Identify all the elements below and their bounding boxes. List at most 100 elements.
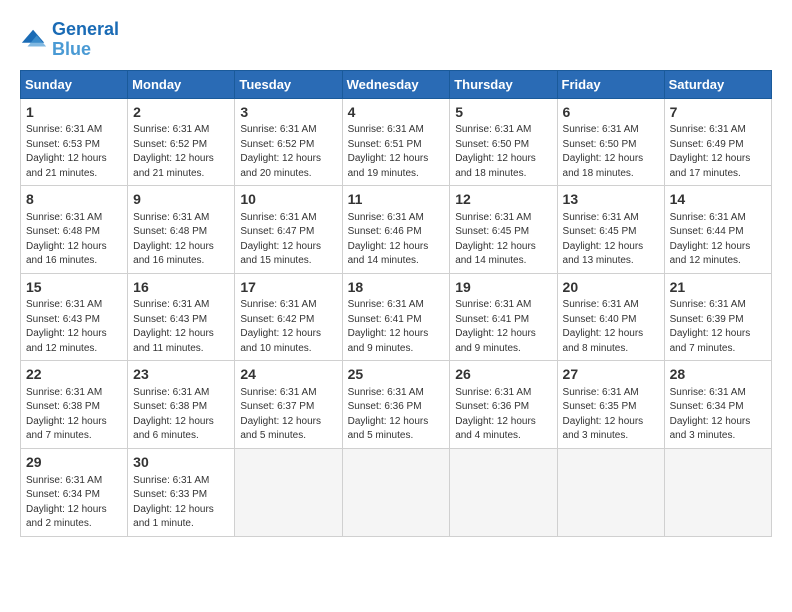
day-number: 29 [26,453,122,473]
day-info: Sunrise: 6:31 AMSunset: 6:52 PMDaylight:… [133,123,229,181]
day-info: Sunrise: 6:31 AMSunset: 6:52 PMDaylight:… [240,123,336,181]
day-number: 25 [348,365,445,385]
calendar-cell: 11Sunrise: 6:31 AMSunset: 6:46 PMDayligh… [342,186,450,274]
day-number: 2 [133,103,229,123]
calendar-cell: 5Sunrise: 6:31 AMSunset: 6:50 PMDaylight… [450,98,557,186]
calendar-cell: 1Sunrise: 6:31 AMSunset: 6:53 PMDaylight… [21,98,128,186]
day-info: Sunrise: 6:31 AMSunset: 6:40 PMDaylight:… [563,298,659,356]
calendar-cell: 4Sunrise: 6:31 AMSunset: 6:51 PMDaylight… [342,98,450,186]
day-number: 4 [348,103,445,123]
calendar-cell: 18Sunrise: 6:31 AMSunset: 6:41 PMDayligh… [342,273,450,361]
day-info: Sunrise: 6:31 AMSunset: 6:50 PMDaylight:… [455,123,551,181]
calendar-cell: 12Sunrise: 6:31 AMSunset: 6:45 PMDayligh… [450,186,557,274]
day-number: 7 [670,103,766,123]
day-number: 24 [240,365,336,385]
column-header-thursday: Thursday [450,70,557,98]
column-header-tuesday: Tuesday [235,70,342,98]
day-info: Sunrise: 6:31 AMSunset: 6:37 PMDaylight:… [240,386,336,444]
day-number: 18 [348,278,445,298]
day-number: 23 [133,365,229,385]
day-info: Sunrise: 6:31 AMSunset: 6:39 PMDaylight:… [670,298,766,356]
calendar-cell [557,448,664,536]
calendar-cell: 19Sunrise: 6:31 AMSunset: 6:41 PMDayligh… [450,273,557,361]
day-number: 20 [563,278,659,298]
calendar-cell: 27Sunrise: 6:31 AMSunset: 6:35 PMDayligh… [557,361,664,449]
day-number: 14 [670,190,766,210]
calendar-table: SundayMondayTuesdayWednesdayThursdayFrid… [20,70,772,537]
day-number: 16 [133,278,229,298]
day-info: Sunrise: 6:31 AMSunset: 6:43 PMDaylight:… [26,298,122,356]
calendar-cell: 2Sunrise: 6:31 AMSunset: 6:52 PMDaylight… [128,98,235,186]
week-row-5: 29Sunrise: 6:31 AMSunset: 6:34 PMDayligh… [21,448,772,536]
day-info: Sunrise: 6:31 AMSunset: 6:43 PMDaylight:… [133,298,229,356]
day-info: Sunrise: 6:31 AMSunset: 6:36 PMDaylight:… [348,386,445,444]
logo-text: General Blue [52,20,119,60]
week-row-3: 15Sunrise: 6:31 AMSunset: 6:43 PMDayligh… [21,273,772,361]
calendar-cell: 3Sunrise: 6:31 AMSunset: 6:52 PMDaylight… [235,98,342,186]
day-number: 27 [563,365,659,385]
calendar-cell: 25Sunrise: 6:31 AMSunset: 6:36 PMDayligh… [342,361,450,449]
calendar-cell: 29Sunrise: 6:31 AMSunset: 6:34 PMDayligh… [21,448,128,536]
day-number: 17 [240,278,336,298]
day-info: Sunrise: 6:31 AMSunset: 6:49 PMDaylight:… [670,123,766,181]
day-number: 10 [240,190,336,210]
day-number: 11 [348,190,445,210]
calendar-cell [342,448,450,536]
day-number: 30 [133,453,229,473]
calendar-cell: 9Sunrise: 6:31 AMSunset: 6:48 PMDaylight… [128,186,235,274]
day-info: Sunrise: 6:31 AMSunset: 6:47 PMDaylight:… [240,211,336,269]
calendar-cell: 13Sunrise: 6:31 AMSunset: 6:45 PMDayligh… [557,186,664,274]
calendar-cell [450,448,557,536]
calendar-cell: 22Sunrise: 6:31 AMSunset: 6:38 PMDayligh… [21,361,128,449]
day-number: 22 [26,365,122,385]
day-number: 21 [670,278,766,298]
day-info: Sunrise: 6:31 AMSunset: 6:36 PMDaylight:… [455,386,551,444]
day-info: Sunrise: 6:31 AMSunset: 6:38 PMDaylight:… [133,386,229,444]
day-info: Sunrise: 6:31 AMSunset: 6:41 PMDaylight:… [455,298,551,356]
day-info: Sunrise: 6:31 AMSunset: 6:41 PMDaylight:… [348,298,445,356]
day-info: Sunrise: 6:31 AMSunset: 6:35 PMDaylight:… [563,386,659,444]
logo-icon [20,26,48,54]
calendar-cell: 10Sunrise: 6:31 AMSunset: 6:47 PMDayligh… [235,186,342,274]
calendar-cell: 7Sunrise: 6:31 AMSunset: 6:49 PMDaylight… [664,98,771,186]
day-info: Sunrise: 6:31 AMSunset: 6:45 PMDaylight:… [563,211,659,269]
day-number: 8 [26,190,122,210]
day-info: Sunrise: 6:31 AMSunset: 6:45 PMDaylight:… [455,211,551,269]
calendar-cell [235,448,342,536]
calendar-cell: 26Sunrise: 6:31 AMSunset: 6:36 PMDayligh… [450,361,557,449]
week-row-1: 1Sunrise: 6:31 AMSunset: 6:53 PMDaylight… [21,98,772,186]
calendar-cell: 6Sunrise: 6:31 AMSunset: 6:50 PMDaylight… [557,98,664,186]
day-info: Sunrise: 6:31 AMSunset: 6:44 PMDaylight:… [670,211,766,269]
calendar-cell: 28Sunrise: 6:31 AMSunset: 6:34 PMDayligh… [664,361,771,449]
calendar-cell: 8Sunrise: 6:31 AMSunset: 6:48 PMDaylight… [21,186,128,274]
day-number: 13 [563,190,659,210]
day-info: Sunrise: 6:31 AMSunset: 6:48 PMDaylight:… [133,211,229,269]
day-number: 12 [455,190,551,210]
day-number: 5 [455,103,551,123]
calendar-header-row: SundayMondayTuesdayWednesdayThursdayFrid… [21,70,772,98]
calendar-cell: 24Sunrise: 6:31 AMSunset: 6:37 PMDayligh… [235,361,342,449]
day-info: Sunrise: 6:31 AMSunset: 6:50 PMDaylight:… [563,123,659,181]
week-row-4: 22Sunrise: 6:31 AMSunset: 6:38 PMDayligh… [21,361,772,449]
calendar-cell: 30Sunrise: 6:31 AMSunset: 6:33 PMDayligh… [128,448,235,536]
day-info: Sunrise: 6:31 AMSunset: 6:34 PMDaylight:… [670,386,766,444]
column-header-sunday: Sunday [21,70,128,98]
logo: General Blue [20,20,119,60]
day-info: Sunrise: 6:31 AMSunset: 6:38 PMDaylight:… [26,386,122,444]
day-number: 3 [240,103,336,123]
day-info: Sunrise: 6:31 AMSunset: 6:33 PMDaylight:… [133,474,229,532]
day-info: Sunrise: 6:31 AMSunset: 6:53 PMDaylight:… [26,123,122,181]
column-header-saturday: Saturday [664,70,771,98]
calendar-cell: 20Sunrise: 6:31 AMSunset: 6:40 PMDayligh… [557,273,664,361]
column-header-monday: Monday [128,70,235,98]
calendar-cell: 16Sunrise: 6:31 AMSunset: 6:43 PMDayligh… [128,273,235,361]
calendar-cell: 15Sunrise: 6:31 AMSunset: 6:43 PMDayligh… [21,273,128,361]
calendar-cell: 14Sunrise: 6:31 AMSunset: 6:44 PMDayligh… [664,186,771,274]
column-header-friday: Friday [557,70,664,98]
day-number: 1 [26,103,122,123]
calendar-cell: 23Sunrise: 6:31 AMSunset: 6:38 PMDayligh… [128,361,235,449]
day-number: 19 [455,278,551,298]
day-number: 6 [563,103,659,123]
day-number: 15 [26,278,122,298]
calendar-cell [664,448,771,536]
